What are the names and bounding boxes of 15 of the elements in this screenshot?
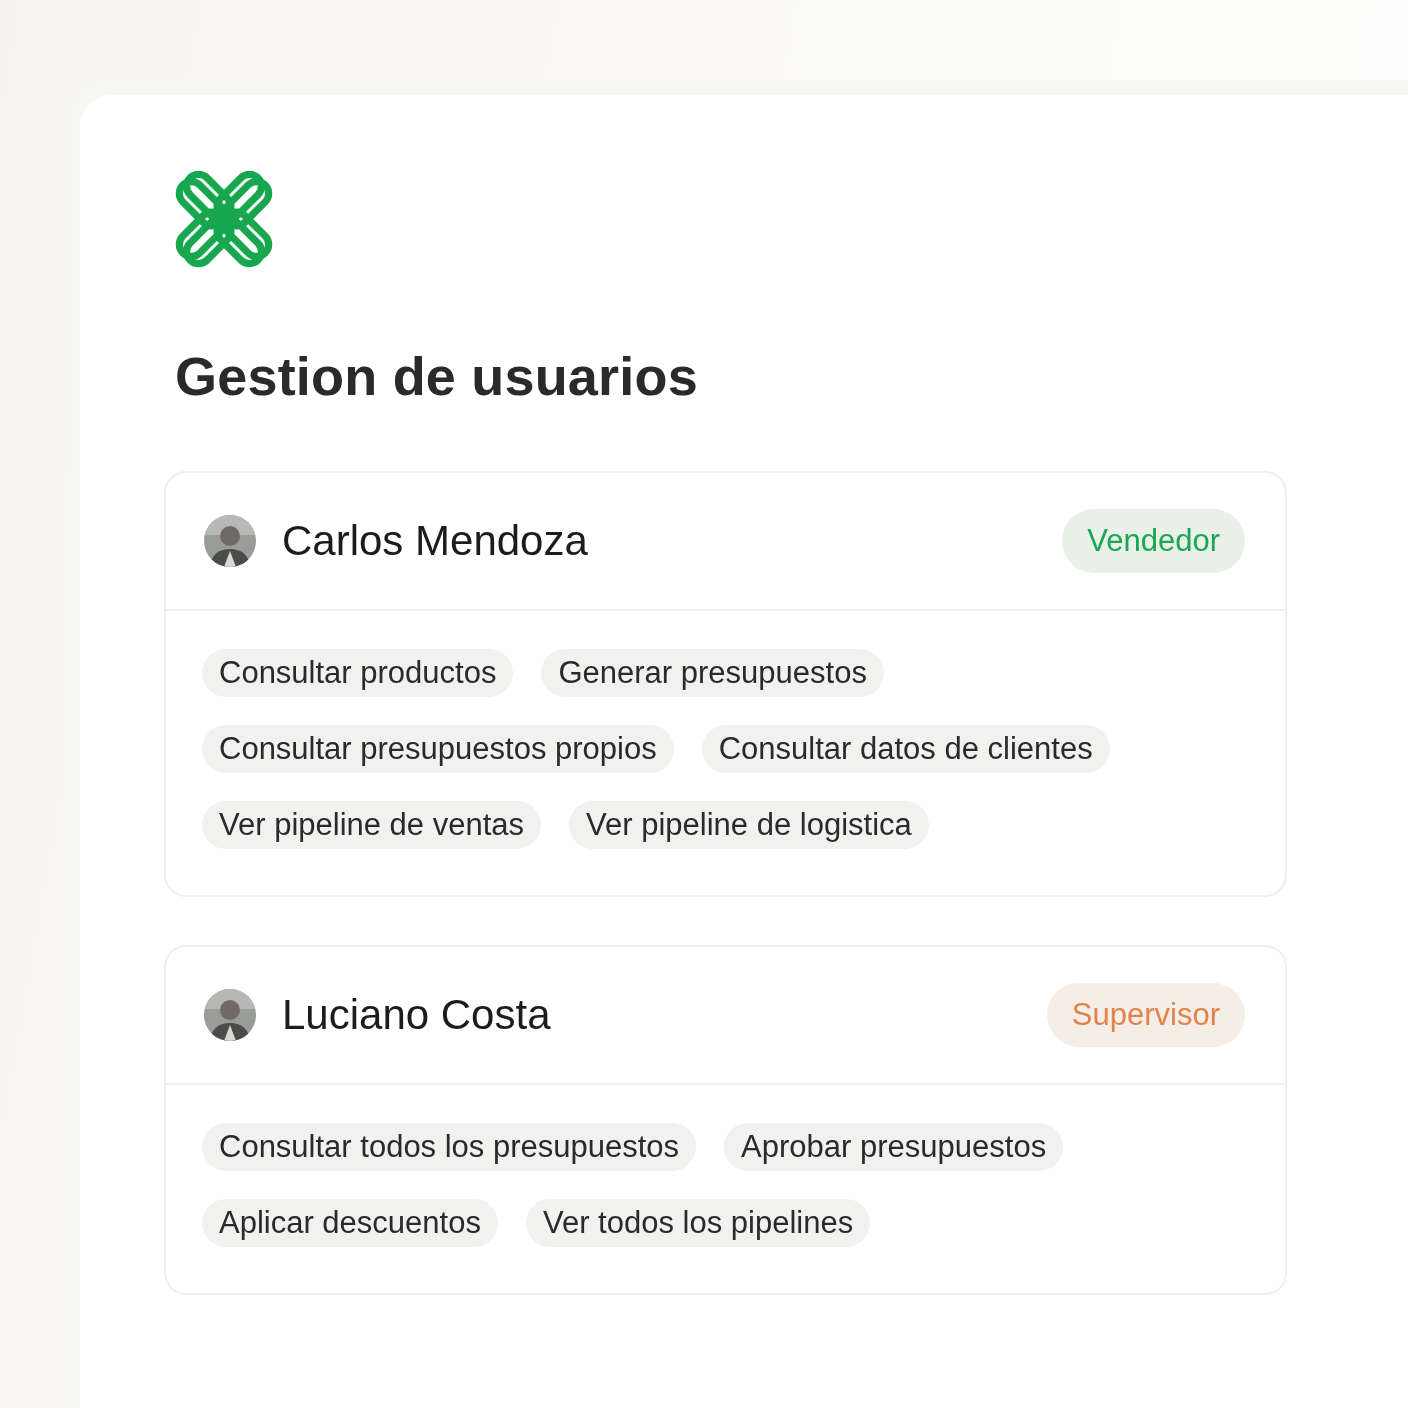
user-name: Luciano Costa: [282, 991, 552, 1039]
permission-tag: Consultar todos los presupuestos: [202, 1123, 697, 1171]
permission-tag: Ver pipeline de ventas: [202, 801, 542, 849]
user-name: Carlos Mendoza: [282, 517, 589, 565]
permission-tag: Aprobar presupuestos: [724, 1123, 1064, 1171]
permission-tag: Consultar presupuestos propios: [202, 725, 674, 773]
page-title: Gestion de usuarios: [175, 345, 699, 407]
permission-tag: Consultar datos de clientes: [701, 725, 1110, 773]
permission-tag: Generar presupuestos: [541, 649, 884, 697]
permission-tag: Ver todos los pipelines: [525, 1199, 871, 1247]
permission-tag: Aplicar descuentos: [202, 1199, 498, 1247]
role-badge: Supervisor: [1046, 983, 1245, 1047]
role-badge: Vendedor: [1062, 509, 1245, 573]
permission-tag: Ver pipeline de logistica: [569, 801, 929, 849]
permission-tag: Consultar productos: [202, 649, 514, 697]
